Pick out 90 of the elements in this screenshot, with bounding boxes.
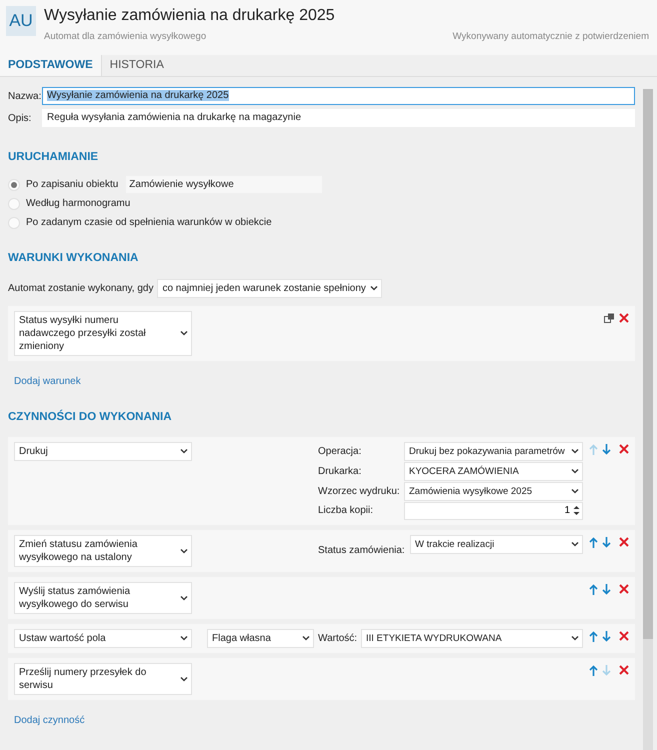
input-field[interactable]: Wysyłanie zamówienia na drukarkę 2025 (42, 87, 635, 105)
arrow-up-icon (589, 584, 598, 595)
arrow-down-icon (602, 536, 611, 548)
input-field[interactable]: Reguła wysyłania zamówienia na drukarkę na magazynie (42, 109, 635, 127)
copy-icon (604, 312, 615, 322)
caret-icon (370, 285, 378, 291)
option-label: Według harmonogramu (26, 197, 130, 212)
section-heading: WARUNKI WYKONANIA (8, 251, 140, 266)
field-label: Nazwa: (8, 90, 38, 104)
caret-icon (571, 468, 579, 474)
radio-button[interactable] (8, 216, 20, 229)
delete-button[interactable] (619, 664, 629, 676)
section-heading: URUCHAMIANIE (8, 150, 100, 165)
move-down-button[interactable] (602, 536, 611, 548)
caret-icon (180, 548, 188, 554)
move-up-button[interactable] (589, 630, 598, 642)
arrow-up-icon (589, 630, 598, 642)
avatar: AU (6, 6, 36, 36)
dropdown[interactable]: Drukuj (14, 442, 192, 461)
dropdown[interactable]: Ustaw wartość pola (14, 628, 192, 648)
dropdown[interactable]: Wyślij status zamówienia wysyłkowego do serwisu (14, 582, 192, 614)
field-label: Opis: (8, 112, 32, 126)
move-up-button[interactable] (589, 584, 598, 595)
arrow-up-icon (589, 536, 598, 548)
caret-icon (180, 594, 188, 601)
add-action-link[interactable]: Dodaj czynność (14, 712, 85, 728)
delete-button[interactable] (619, 536, 629, 548)
section-heading: CZYNNOŚCI DO WYKONANIA (8, 408, 173, 424)
param-label: Drukarka: (318, 464, 362, 479)
caret-icon (571, 488, 579, 494)
caret-icon (180, 330, 188, 336)
move-down-button[interactable] (602, 444, 611, 455)
close-icon (619, 537, 629, 548)
delete-button[interactable] (619, 444, 629, 455)
delete-button[interactable] (619, 584, 629, 595)
dropdown[interactable]: W trakcie realizacji (410, 534, 583, 554)
option-label: Po zadanym czasie od spełnienia warunków w obiekcie (26, 216, 272, 230)
mode-text: Wykonywany automatycznie z potwierdzeniem (452, 30, 649, 44)
caret-icon (571, 448, 579, 454)
move-down-button[interactable] (602, 584, 611, 595)
arrow-down-icon (602, 664, 611, 676)
dropdown[interactable]: Zmień statusu zamówienia wysyłkowego na ustalony (14, 534, 192, 567)
scrollbar[interactable] (643, 89, 653, 750)
option-label: Po zapisaniu obiektu (26, 178, 118, 192)
dropdown[interactable]: KYOCERA ZAMÓWIENIA (404, 462, 583, 481)
arrow-down-icon (602, 444, 611, 455)
copy-button[interactable] (604, 312, 615, 322)
dropdown[interactable]: Zamówienia wysyłkowe 2025 (404, 482, 583, 501)
delete-button[interactable] (619, 630, 629, 642)
dropdown[interactable]: Drukuj bez pokazywania parametrów (404, 442, 583, 461)
condition-mode-label: Automat zostanie wykonany, gdy (8, 282, 154, 296)
param-label: Operacja: (318, 444, 362, 459)
dropdown[interactable]: Flaga własna (207, 628, 314, 648)
move-down-button[interactable] (602, 630, 611, 642)
caret-icon (180, 635, 188, 642)
caret-icon (571, 541, 579, 548)
caret-icon (180, 448, 188, 454)
arrow-down-icon (602, 584, 611, 595)
subtitle: Automat dla zamówienia wysyłkowego (44, 30, 206, 44)
add-condition-link[interactable]: Dodaj warunek (14, 374, 81, 388)
number-field[interactable]: 1 (404, 502, 583, 520)
param-label: Status zamówienia: (318, 544, 406, 558)
arrow-up-icon (589, 664, 598, 676)
close-icon (619, 312, 629, 322)
dropdown[interactable]: co najmniej jeden warunek zostanie spełniony (157, 278, 382, 298)
arrow-down-icon (602, 630, 611, 642)
caret-icon (302, 635, 310, 642)
close-icon (619, 665, 629, 676)
arrow-up-icon (589, 444, 598, 455)
param-label: Wzorzec wydruku: (318, 484, 401, 499)
dropdown[interactable]: Status wysyłki numeru nadawczego przesyłki został zmieniony (14, 310, 192, 356)
window-title: Wysyłanie zamówienia na drukarkę 2025 (44, 6, 336, 26)
dropdown[interactable]: III ETYKIETA WYDRUKOWANA (361, 628, 583, 648)
close-icon (619, 444, 629, 454)
close-icon (619, 631, 629, 642)
tab[interactable]: PODSTAWOWE (0, 55, 102, 76)
spinner-icon (573, 504, 580, 516)
object-field[interactable]: Zamówienie wysyłkowe (126, 176, 322, 194)
delete-button[interactable] (619, 312, 629, 322)
close-icon (619, 584, 629, 594)
tab[interactable]: HISTORIA (102, 55, 172, 76)
caret-icon (180, 676, 188, 682)
move-up-button[interactable] (589, 664, 598, 676)
radio-button[interactable] (8, 178, 20, 191)
param-label: Wartość: (318, 632, 358, 646)
caret-icon (571, 635, 579, 642)
radio-button[interactable] (8, 198, 20, 210)
param-label: Liczba kopii: (318, 504, 374, 518)
move-up-button[interactable] (589, 536, 598, 548)
dropdown[interactable]: Prześlij numery przesyłek do serwisu (14, 662, 192, 695)
